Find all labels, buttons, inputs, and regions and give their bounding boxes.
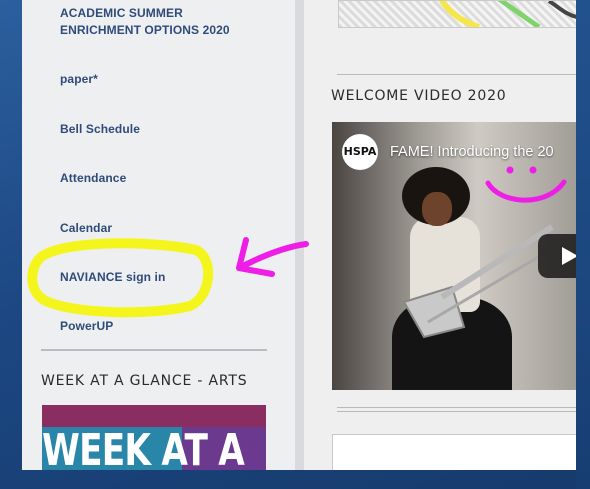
- welcome-video-heading: WELCOME VIDEO 2020: [331, 88, 507, 104]
- main-divider-bottom-2: [337, 411, 576, 412]
- banner-graphic-icon: [438, 1, 576, 27]
- main-column: WELCOME VIDEO 2020 HSPA FAME! Introducin…: [304, 0, 576, 470]
- week-at-a-glance-heading: WEEK AT A GLANCE - ARTS: [41, 373, 248, 389]
- video-title[interactable]: FAME! Introducing the 20: [390, 144, 554, 160]
- column-gutter: [295, 0, 304, 470]
- sidebar-link-enrichment-options[interactable]: ENRICHMENT OPTIONS 2020: [60, 22, 230, 38]
- sidebar-link-naviance[interactable]: NAVIANCE sign in: [60, 269, 165, 285]
- sidebar-divider: [41, 349, 267, 351]
- sidebar-link-attendance[interactable]: Attendance: [60, 170, 126, 186]
- sidebar-link-paper[interactable]: paper*: [60, 71, 98, 87]
- sidebar-link-academic-summer[interactable]: ACADEMIC SUMMER: [60, 5, 183, 21]
- top-banner-image[interactable]: [338, 0, 576, 28]
- logo-text: WEEK AT A: [42, 425, 245, 470]
- main-divider-top: [337, 74, 576, 75]
- video-play-button[interactable]: [538, 234, 576, 278]
- welcome-video-player[interactable]: HSPA FAME! Introducing the 20: [332, 122, 576, 390]
- play-icon: [562, 247, 576, 265]
- sidebar: ACADEMIC SUMMER ENRICHMENT OPTIONS 2020 …: [22, 0, 295, 470]
- sidebar-link-calendar[interactable]: Calendar: [60, 220, 112, 236]
- video-channel-logo[interactable]: HSPA: [342, 134, 378, 170]
- sidebar-link-bell-schedule[interactable]: Bell Schedule: [60, 121, 140, 137]
- sidebar-link-powerup[interactable]: PowerUP: [60, 318, 113, 334]
- background-edge: [576, 0, 590, 489]
- week-at-a-glance-logo[interactable]: WEEK AT A: [42, 405, 266, 470]
- bottom-content-card: [332, 434, 576, 470]
- main-divider-bottom: [337, 407, 576, 408]
